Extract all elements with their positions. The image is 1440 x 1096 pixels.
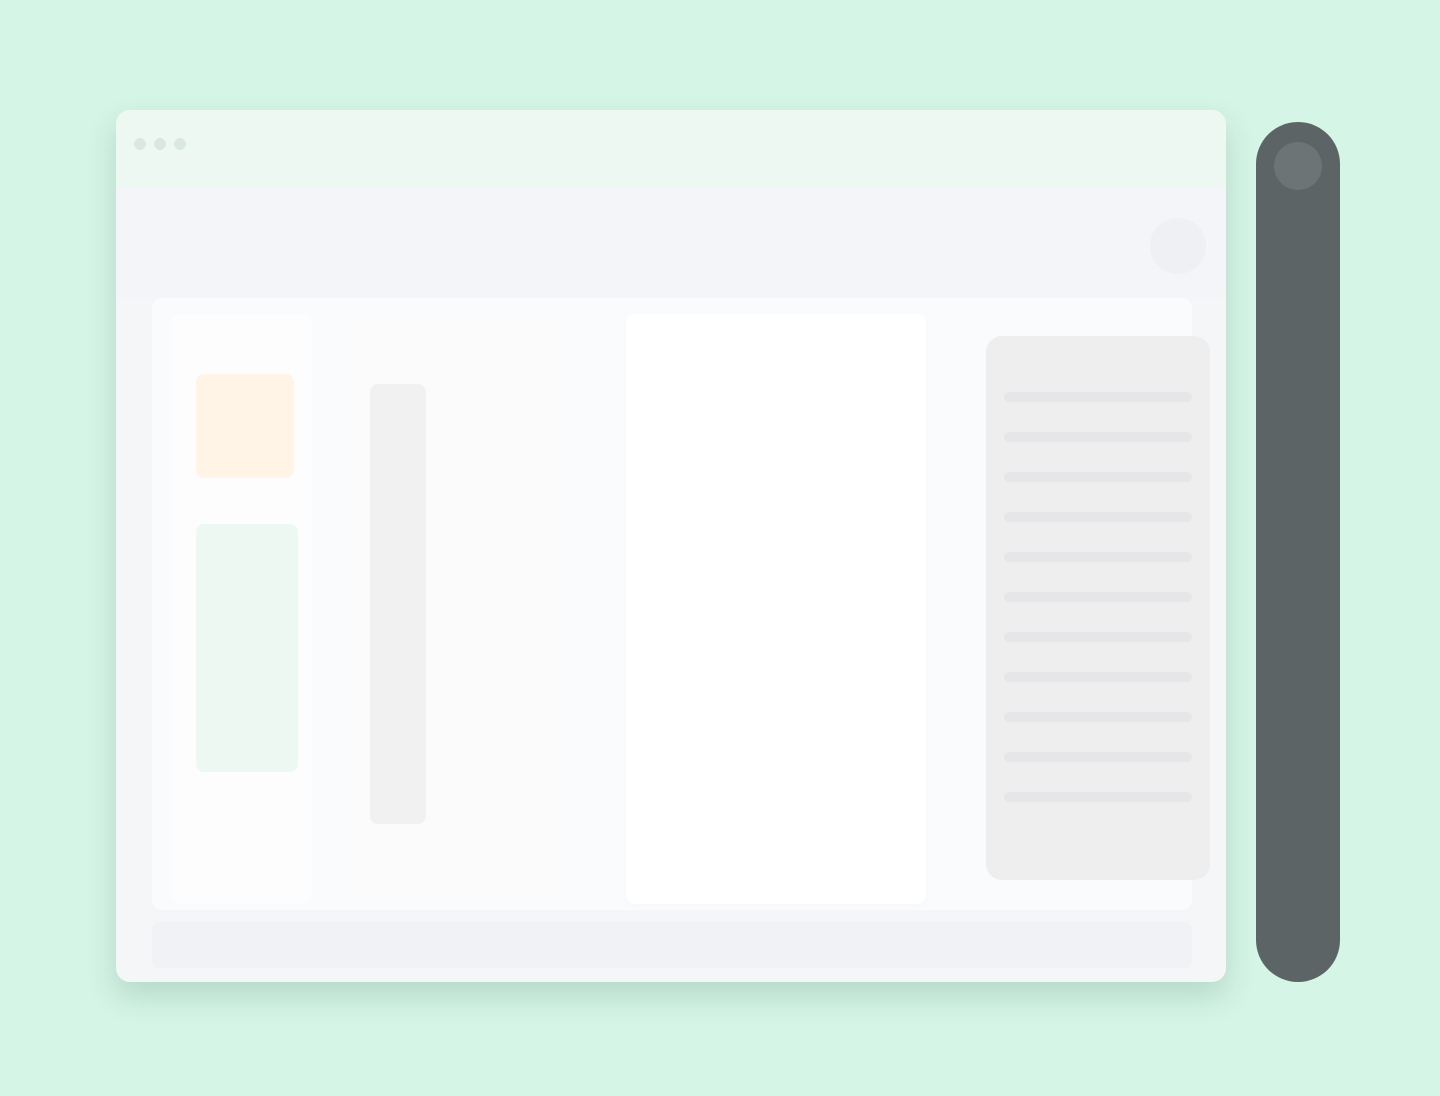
panel-icon[interactable] (1274, 142, 1322, 190)
details-line (1004, 592, 1192, 602)
app-window (116, 110, 1226, 982)
details-line (1004, 632, 1192, 642)
column-2 (358, 314, 558, 904)
bottom-bar (152, 922, 1192, 968)
right-side-panel[interactable] (1256, 122, 1340, 982)
details-line (1004, 792, 1192, 802)
window-titlebar (116, 110, 1226, 189)
minimize-dot-icon[interactable] (154, 138, 166, 150)
column-1 (172, 314, 312, 904)
details-line (1004, 432, 1192, 442)
maximize-dot-icon[interactable] (174, 138, 186, 150)
window-controls (134, 138, 186, 150)
details-line (1004, 392, 1192, 402)
column-2-card[interactable] (370, 384, 426, 824)
details-panel (986, 336, 1210, 880)
details-line (1004, 512, 1192, 522)
details-line (1004, 472, 1192, 482)
toolbar (116, 188, 1226, 298)
close-dot-icon[interactable] (134, 138, 146, 150)
column-3 (626, 314, 926, 904)
highlight-card-orange[interactable] (196, 374, 294, 478)
desktop (0, 0, 1440, 1096)
highlight-card-green[interactable] (196, 524, 298, 772)
search-icon[interactable] (1150, 218, 1206, 274)
details-line (1004, 752, 1192, 762)
details-line (1004, 672, 1192, 682)
main-content (152, 298, 1210, 910)
details-line (1004, 552, 1192, 562)
details-line (1004, 712, 1192, 722)
